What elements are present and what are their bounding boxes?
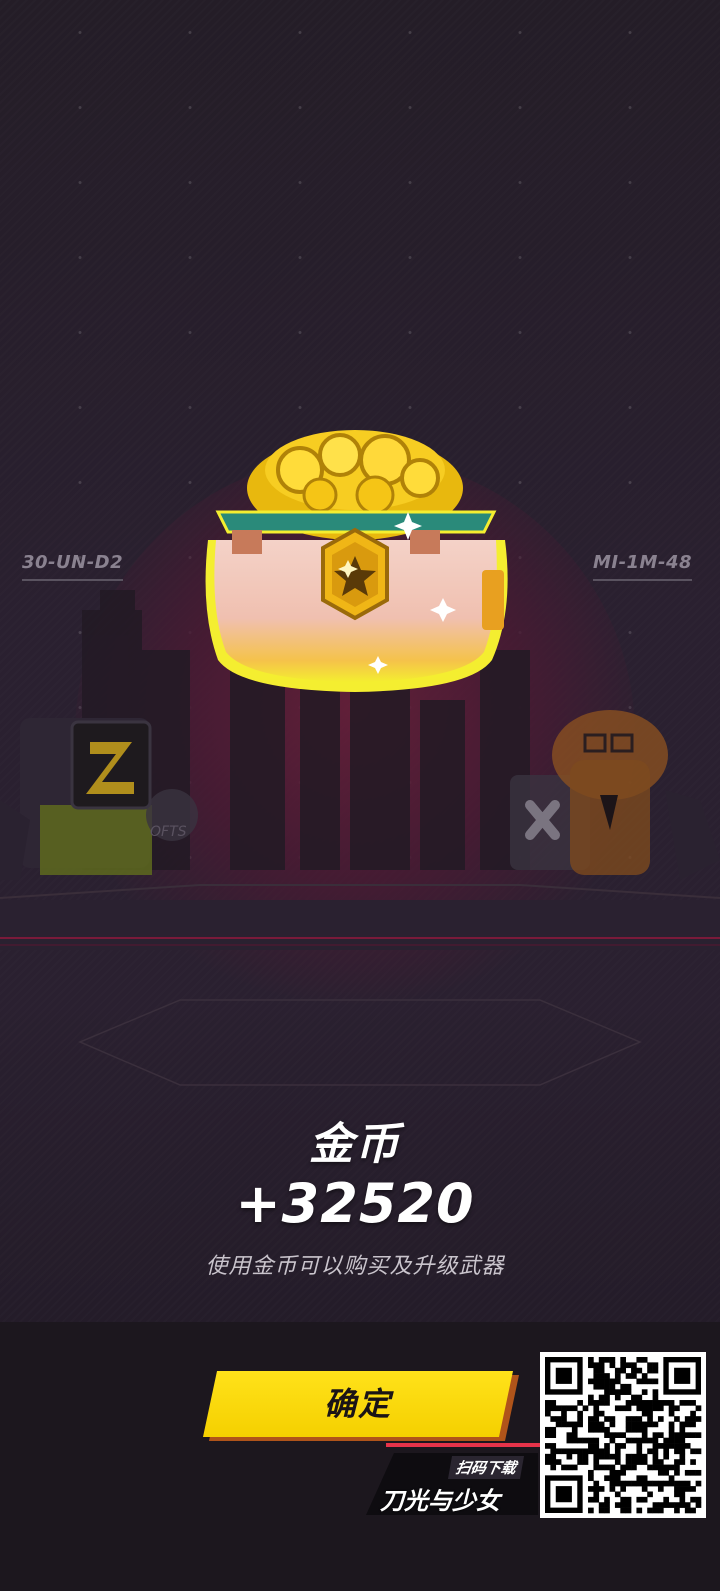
promo-red-stripe <box>386 1443 540 1447</box>
reward-title: 金币 <box>309 1119 401 1170</box>
game-background: OFTS 30-UN-D2 MI-1M-48 金币 +32520 使用金币可以购… <box>0 0 720 1591</box>
right-zone-code: MI-1M-48 <box>592 552 692 581</box>
qr-code-icon[interactable] <box>540 1352 706 1518</box>
svg-text:OFTS: OFTS <box>150 824 187 840</box>
promo-game-name: 刀光与少女 <box>380 1487 500 1515</box>
reward-description: 使用金币可以购买及升级武器 <box>205 1254 505 1279</box>
promo-scan-label: 扫码下载 <box>447 1456 525 1479</box>
coin-pot-icon <box>205 430 508 692</box>
qr-code-pattern <box>545 1357 702 1514</box>
stage-floor <box>0 884 720 1086</box>
reward-amount: +32520 <box>235 1172 475 1235</box>
right-character <box>510 710 720 880</box>
download-promo[interactable]: 扫码下载 刀光与少女 <box>366 1350 720 1520</box>
left-zone-code: 30-UN-D2 <box>22 552 124 581</box>
